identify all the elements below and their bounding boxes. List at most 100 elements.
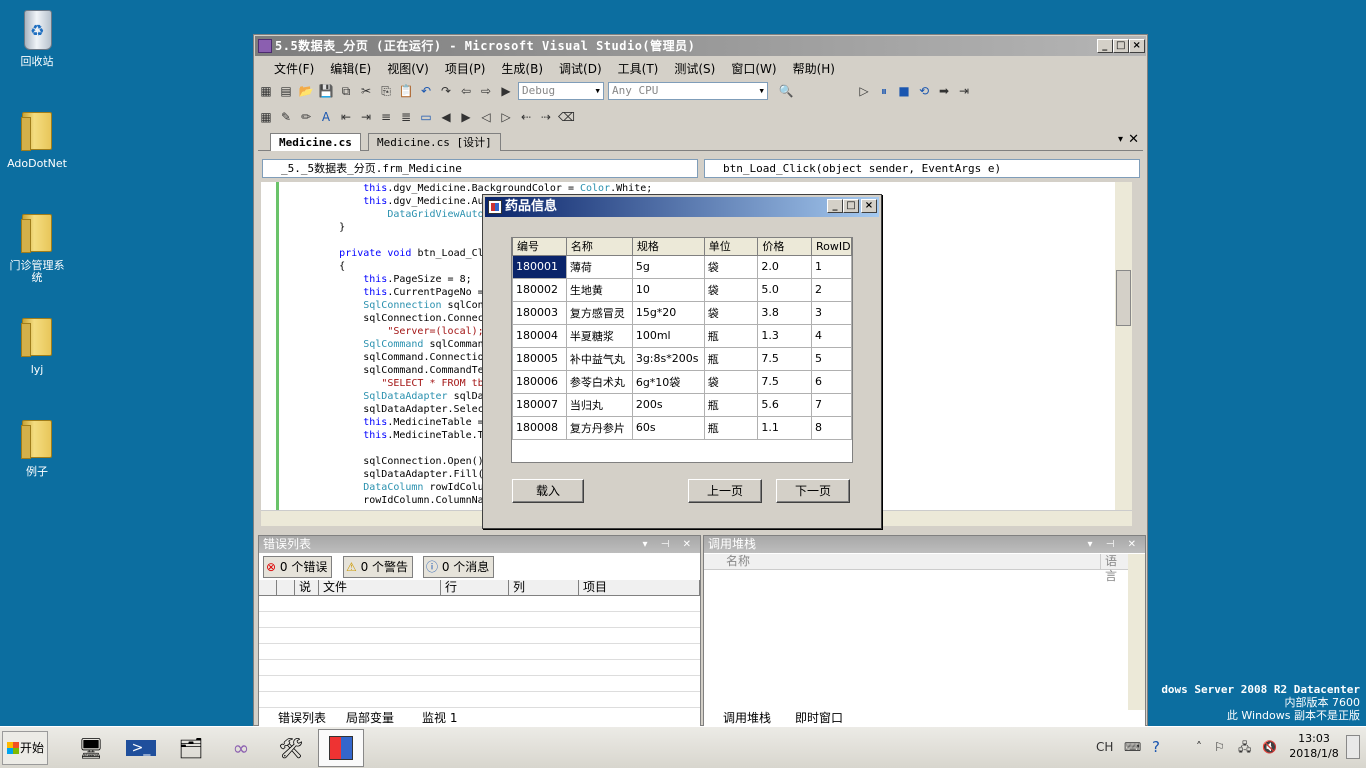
solution-config-select[interactable]: Debug xyxy=(518,82,604,100)
col-price[interactable]: 价格 xyxy=(757,238,812,256)
grid-row[interactable]: 180008 复方丹参片 60s 瓶 1.1 8 xyxy=(512,415,853,440)
desktop-icon-lyj[interactable]: lyj xyxy=(5,316,69,376)
save-icon[interactable]: 💾 xyxy=(318,83,334,99)
grid-row[interactable]: 180001 薄荷 5g 袋 2.0 1 xyxy=(512,254,853,279)
code-vertical-scrollbar[interactable] xyxy=(1115,182,1132,510)
open-file-icon[interactable]: 📂 xyxy=(298,83,314,99)
grid-cell[interactable]: 6g*10袋 xyxy=(631,369,705,394)
grid-cell[interactable]: 瓶 xyxy=(703,346,759,371)
grid-cell[interactable]: 180003 xyxy=(512,300,567,325)
grid-cell[interactable]: 6 xyxy=(810,369,853,394)
grid-cell[interactable]: 生地黄 xyxy=(565,277,633,302)
taskbar-server-manager[interactable]: 🖥 xyxy=(68,729,114,767)
grid-cell[interactable]: 1 xyxy=(810,254,853,279)
increase-indent-icon[interactable]: ⇥ xyxy=(358,109,374,125)
menu-debug[interactable]: 调试(D) xyxy=(551,60,610,77)
navigate-back-icon[interactable]: ⇦ xyxy=(458,83,474,99)
grid-cell[interactable]: 180006 xyxy=(512,369,567,394)
add-item-icon[interactable]: ▤ xyxy=(278,83,294,99)
column-line[interactable]: 行 xyxy=(441,580,509,596)
grid-cell[interactable]: 瓶 xyxy=(703,323,759,348)
column-description[interactable]: 说 xyxy=(295,580,319,596)
restart-icon[interactable]: ⟲ xyxy=(916,83,932,99)
show-next-statement-icon[interactable]: ➡ xyxy=(936,83,952,99)
grid-cell[interactable]: 当归丸 xyxy=(565,392,633,417)
decrease-indent-icon[interactable]: ⇤ xyxy=(338,109,354,125)
tab-medicine-cs[interactable]: Medicine.cs xyxy=(270,133,361,151)
window-titlebar[interactable]: 5.5数据表_分页 (正在运行) - Microsoft Visual Stud… xyxy=(255,36,1146,56)
grid-cell[interactable]: 5.0 xyxy=(757,277,812,302)
desktop-icon-recycle-bin[interactable]: 回收站 xyxy=(5,8,69,68)
grid-cell[interactable]: 7.5 xyxy=(757,346,812,371)
menu-file[interactable]: 文件(F) xyxy=(266,60,322,77)
grid-cell[interactable]: 瓶 xyxy=(703,392,759,417)
close-button[interactable]: × xyxy=(1129,39,1145,53)
grid-cell[interactable]: 10 xyxy=(631,277,705,302)
grid-row[interactable]: 180002 生地黄 10 袋 5.0 2 xyxy=(512,277,853,302)
grid-cell[interactable]: 复方丹参片 xyxy=(565,415,633,440)
tab-medicine-cs-design[interactable]: Medicine.cs [设计] xyxy=(368,133,501,151)
start-button[interactable]: 开始 xyxy=(2,731,48,765)
dialog-maximize-button[interactable]: □ xyxy=(843,199,859,213)
complete-word-icon[interactable]: A xyxy=(318,109,334,125)
grid-cell[interactable]: 5g xyxy=(631,254,705,279)
taskbar-visual-studio[interactable]: ∞ xyxy=(218,729,264,767)
input-language[interactable]: CH xyxy=(1096,727,1113,767)
grid-cell[interactable]: 100ml xyxy=(631,323,705,348)
grid-cell[interactable]: 瓶 xyxy=(703,415,759,440)
menu-help[interactable]: 帮助(H) xyxy=(785,60,843,77)
quick-info-icon[interactable]: ✏ xyxy=(298,109,314,125)
parameter-info-icon[interactable]: ✎ xyxy=(278,109,294,125)
grid-row[interactable]: 180005 补中益气丸 3g:8s*200s 瓶 7.5 5 xyxy=(512,346,853,371)
step-into-icon[interactable]: ⇥ xyxy=(956,83,972,99)
continue-icon[interactable]: ▷ xyxy=(856,83,872,99)
menu-edit[interactable]: 编辑(E) xyxy=(322,60,379,77)
show-hidden-icons-icon[interactable]: ˄ xyxy=(1196,727,1202,767)
keyboard-icon[interactable]: ⌨ xyxy=(1124,727,1141,767)
toggle-bookmark-icon[interactable]: ▭ xyxy=(418,109,434,125)
stop-icon[interactable]: ■ xyxy=(896,83,912,99)
navigate-forward-icon[interactable]: ⇨ xyxy=(478,83,494,99)
tab-watch-1[interactable]: 监视 1 xyxy=(406,711,457,727)
prev-page-button[interactable]: 上一页 xyxy=(688,479,762,503)
next-page-button[interactable]: 下一页 xyxy=(776,479,850,503)
grid-cell[interactable]: 4 xyxy=(810,323,853,348)
warnings-filter-button[interactable]: ⚠ 0 个警告 xyxy=(343,556,414,578)
col-code[interactable]: 编号 xyxy=(512,238,567,256)
grid-cell[interactable]: 袋 xyxy=(703,369,759,394)
menu-view[interactable]: 视图(V) xyxy=(379,60,437,77)
grid-cell[interactable]: 薄荷 xyxy=(565,254,633,279)
tab-dropdown-icon[interactable]: ▾ xyxy=(1118,134,1123,145)
tab-locals[interactable]: 局部变量 xyxy=(330,711,394,727)
find-in-files-icon[interactable]: 🔍 xyxy=(778,83,794,99)
taskbar-tools[interactable]: 🛠 xyxy=(268,729,314,767)
grid-cell[interactable]: 袋 xyxy=(703,277,759,302)
previous-bookmark-folder-icon[interactable]: ◁ xyxy=(478,109,494,125)
display-object-member-list-icon[interactable]: ▦ xyxy=(258,109,274,125)
next-bookmark-folder-icon[interactable]: ▷ xyxy=(498,109,514,125)
column-name[interactable]: 名称 xyxy=(722,554,1100,570)
desktop-icon-adodotnet[interactable]: AdoDotNet xyxy=(5,110,69,170)
uncomment-lines-icon[interactable]: ≣ xyxy=(398,109,414,125)
previous-bookmark-document-icon[interactable]: ⇠ xyxy=(518,109,534,125)
grid-cell[interactable]: 复方感冒灵 xyxy=(565,300,633,325)
grid-cell[interactable]: 180001 xyxy=(512,254,567,279)
menu-build[interactable]: 生成(B) xyxy=(493,60,551,77)
grid-cell[interactable]: 7.5 xyxy=(757,369,812,394)
comment-lines-icon[interactable]: ≡ xyxy=(378,109,394,125)
close-document-icon[interactable]: ✕ xyxy=(1128,132,1139,147)
column-file[interactable]: 文件 xyxy=(319,580,441,596)
redo-icon[interactable]: ↷ xyxy=(438,83,454,99)
column-index[interactable] xyxy=(277,580,295,596)
clock[interactable]: 13:03 2018/1/8 xyxy=(1284,731,1344,761)
call-stack-scrollbar[interactable] xyxy=(1128,554,1145,710)
grid-row[interactable]: 180006 参苓白术丸 6g*10袋袋 7.5 6 xyxy=(512,369,853,394)
grid-cell[interactable]: 参苓白术丸 xyxy=(565,369,633,394)
col-name[interactable]: 名称 xyxy=(565,238,633,256)
solution-platform-select[interactable]: Any CPU xyxy=(608,82,768,100)
clear-bookmarks-icon[interactable]: ⌫ xyxy=(558,109,575,125)
menu-window[interactable]: 窗口(W) xyxy=(723,60,784,77)
grid-cell[interactable]: 袋 xyxy=(703,254,759,279)
desktop-icon-examples[interactable]: 例子 xyxy=(5,418,69,478)
menu-test[interactable]: 测试(S) xyxy=(666,60,723,77)
